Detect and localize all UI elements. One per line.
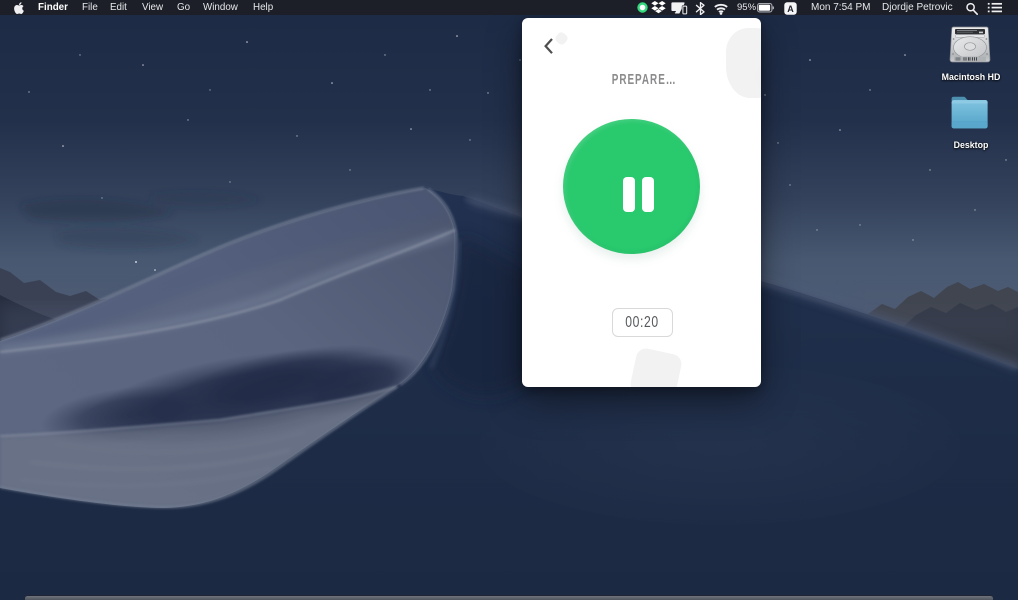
svg-text:A: A [787,3,794,13]
